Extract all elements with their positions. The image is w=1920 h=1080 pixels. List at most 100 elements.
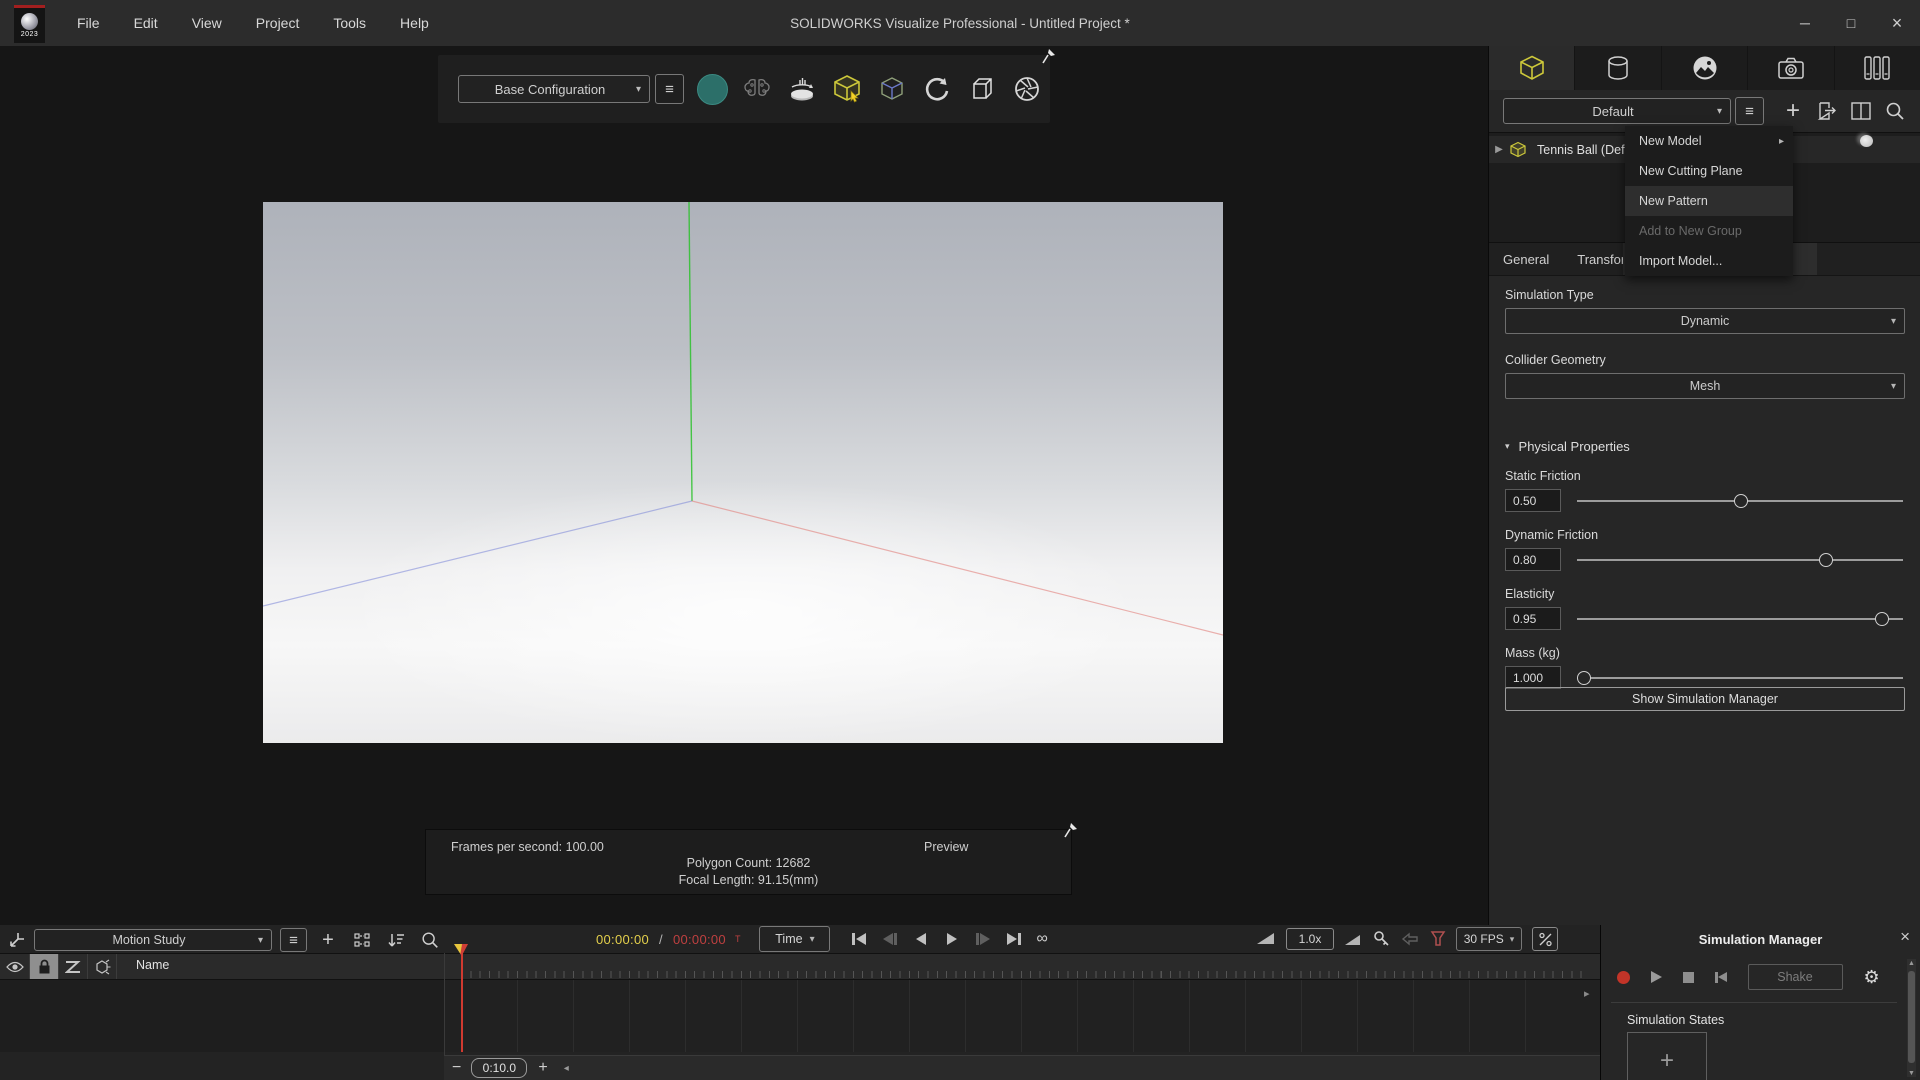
- add-simulation-state-tile[interactable]: +: [1627, 1032, 1707, 1080]
- tab-general[interactable]: General: [1489, 243, 1563, 275]
- context-menu-item-import-model[interactable]: Import Model...: [1625, 246, 1793, 276]
- curve-column-icon[interactable]: [59, 954, 88, 979]
- render-viewport[interactable]: [263, 202, 1223, 743]
- render-mode-teal-circle-icon[interactable]: [695, 72, 729, 106]
- play-forward-button[interactable]: [943, 930, 961, 948]
- filter-funnel-icon[interactable]: [1430, 930, 1446, 948]
- collider-geometry-dropdown[interactable]: Mesh ▾: [1505, 373, 1905, 399]
- menu-view[interactable]: View: [175, 15, 239, 31]
- stop-button[interactable]: [1683, 972, 1694, 983]
- close-button[interactable]: ×: [1874, 0, 1920, 46]
- lock-column-icon[interactable]: [30, 954, 59, 979]
- pin-icon[interactable]: [1061, 821, 1079, 839]
- property-slider[interactable]: [1577, 488, 1905, 513]
- turntable-icon[interactable]: [785, 72, 819, 106]
- motion-study-dropdown[interactable]: Motion Study ▾: [34, 929, 272, 951]
- close-icon[interactable]: ×: [1900, 927, 1910, 947]
- scene-cube-icon[interactable]: [875, 72, 909, 106]
- frame-back-button[interactable]: [881, 930, 899, 948]
- interpolation-toggle[interactable]: [1532, 927, 1558, 951]
- add-keyframe-button[interactable]: +: [315, 929, 341, 951]
- gear-icon[interactable]: ⚙: [1864, 968, 1880, 986]
- property-value-input[interactable]: 0.95: [1505, 607, 1561, 630]
- slider-thumb[interactable]: [1577, 671, 1591, 685]
- scroll-down-icon[interactable]: ▼: [1907, 1070, 1916, 1077]
- export-icon[interactable]: [1810, 96, 1844, 126]
- scroll-up-icon[interactable]: ▲: [1907, 960, 1916, 967]
- configuration-menu-button[interactable]: ≡: [655, 74, 684, 104]
- playhead-line[interactable]: [461, 946, 463, 1052]
- menu-edit[interactable]: Edit: [117, 15, 175, 31]
- rows-scroll-right-icon[interactable]: ▸: [1584, 987, 1590, 1000]
- flip-arrow-icon[interactable]: [1400, 931, 1420, 947]
- key-icon[interactable]: [1372, 930, 1390, 948]
- context-menu-item-new-pattern[interactable]: New Pattern: [1625, 186, 1793, 216]
- property-slider[interactable]: [1577, 606, 1905, 631]
- zoom-out-button[interactable]: −: [452, 1059, 461, 1077]
- property-slider[interactable]: [1577, 547, 1905, 572]
- play-button[interactable]: [1651, 971, 1662, 983]
- tab-cameras[interactable]: [1748, 46, 1834, 90]
- property-value-input[interactable]: 0.80: [1505, 548, 1561, 571]
- box-icon[interactable]: [965, 72, 999, 106]
- menu-file[interactable]: File: [60, 15, 117, 31]
- search-icon[interactable]: [1878, 96, 1912, 126]
- timeline-rows[interactable]: [0, 980, 1600, 1052]
- record-button[interactable]: [1617, 971, 1630, 984]
- model-select-cube-icon[interactable]: [830, 72, 864, 106]
- search-icon[interactable]: [417, 929, 443, 951]
- shaded-column-icon[interactable]: [88, 954, 117, 979]
- play-backward-button[interactable]: [912, 930, 930, 948]
- context-menu-item-new-model[interactable]: New Model▸: [1625, 126, 1793, 156]
- tab-output[interactable]: [1835, 46, 1920, 90]
- motion-study-menu-button[interactable]: ≡: [280, 928, 307, 952]
- physical-properties-header[interactable]: ▾ Physical Properties: [1505, 439, 1905, 454]
- slider-thumb[interactable]: [1819, 553, 1833, 567]
- playback-speed[interactable]: 1.0x: [1286, 928, 1334, 950]
- ramp-out-icon[interactable]: [1344, 932, 1362, 947]
- show-simulation-manager-button[interactable]: Show Simulation Manager: [1505, 687, 1905, 711]
- property-value-input[interactable]: 0.50: [1505, 489, 1561, 512]
- menu-project[interactable]: Project: [239, 15, 317, 31]
- keyframe-grid-icon[interactable]: [349, 929, 375, 951]
- pin-icon[interactable]: [1039, 47, 1057, 65]
- tab-appearances[interactable]: [1575, 46, 1661, 90]
- menu-help[interactable]: Help: [383, 15, 446, 31]
- property-value-input[interactable]: 1.000: [1505, 666, 1561, 689]
- pan-left-icon[interactable]: ◂: [564, 1063, 569, 1074]
- model-set-menu-button[interactable]: ≡: [1735, 97, 1764, 125]
- configuration-dropdown[interactable]: Base Configuration ▾: [458, 75, 650, 103]
- add-button[interactable]: +: [1776, 96, 1810, 126]
- loop-button[interactable]: ∞: [1036, 931, 1047, 947]
- simulation-type-dropdown[interactable]: Dynamic ▾: [1505, 308, 1905, 334]
- camera-aperture-icon[interactable]: [1010, 72, 1044, 106]
- split-view-icon[interactable]: [1844, 96, 1878, 126]
- scrollbar-thumb[interactable]: [1908, 971, 1915, 1063]
- tab-environments[interactable]: [1662, 46, 1748, 90]
- refresh-arrow-icon[interactable]: [920, 72, 954, 106]
- skip-start-button[interactable]: [850, 930, 868, 948]
- tab-models[interactable]: [1489, 46, 1575, 90]
- expander-icon[interactable]: ▶: [1489, 144, 1509, 155]
- context-menu-item-new-cutting-plane[interactable]: New Cutting Plane: [1625, 156, 1793, 186]
- scrollbar[interactable]: ▲ ▼: [1907, 959, 1916, 1077]
- collapse-timeline-icon[interactable]: [8, 931, 26, 949]
- skip-end-button[interactable]: [1005, 930, 1023, 948]
- visibility-column-icon[interactable]: [1, 954, 30, 979]
- menu-tools[interactable]: Tools: [316, 15, 383, 31]
- model-set-dropdown[interactable]: Default ▾: [1503, 98, 1731, 124]
- skip-to-start-button[interactable]: [1715, 972, 1727, 983]
- shake-button[interactable]: Shake: [1748, 964, 1843, 990]
- minimize-button[interactable]: ─: [1782, 0, 1828, 46]
- ramp-in-icon[interactable]: [1256, 931, 1276, 947]
- slider-thumb[interactable]: [1734, 494, 1748, 508]
- time-mode-dropdown[interactable]: Time ▾: [759, 926, 830, 952]
- time-range-value[interactable]: 0:10.0: [471, 1058, 527, 1078]
- maximize-button[interactable]: □: [1828, 0, 1874, 46]
- frame-forward-button[interactable]: [974, 930, 992, 948]
- ai-denoiser-brain-icon[interactable]: [740, 72, 774, 106]
- sort-icon[interactable]: [383, 929, 409, 951]
- slider-thumb[interactable]: [1875, 612, 1889, 626]
- viewport-canvas[interactable]: Base Configuration ▾ ≡: [0, 46, 1488, 925]
- fps-dropdown[interactable]: 30 FPS ▾: [1456, 927, 1522, 951]
